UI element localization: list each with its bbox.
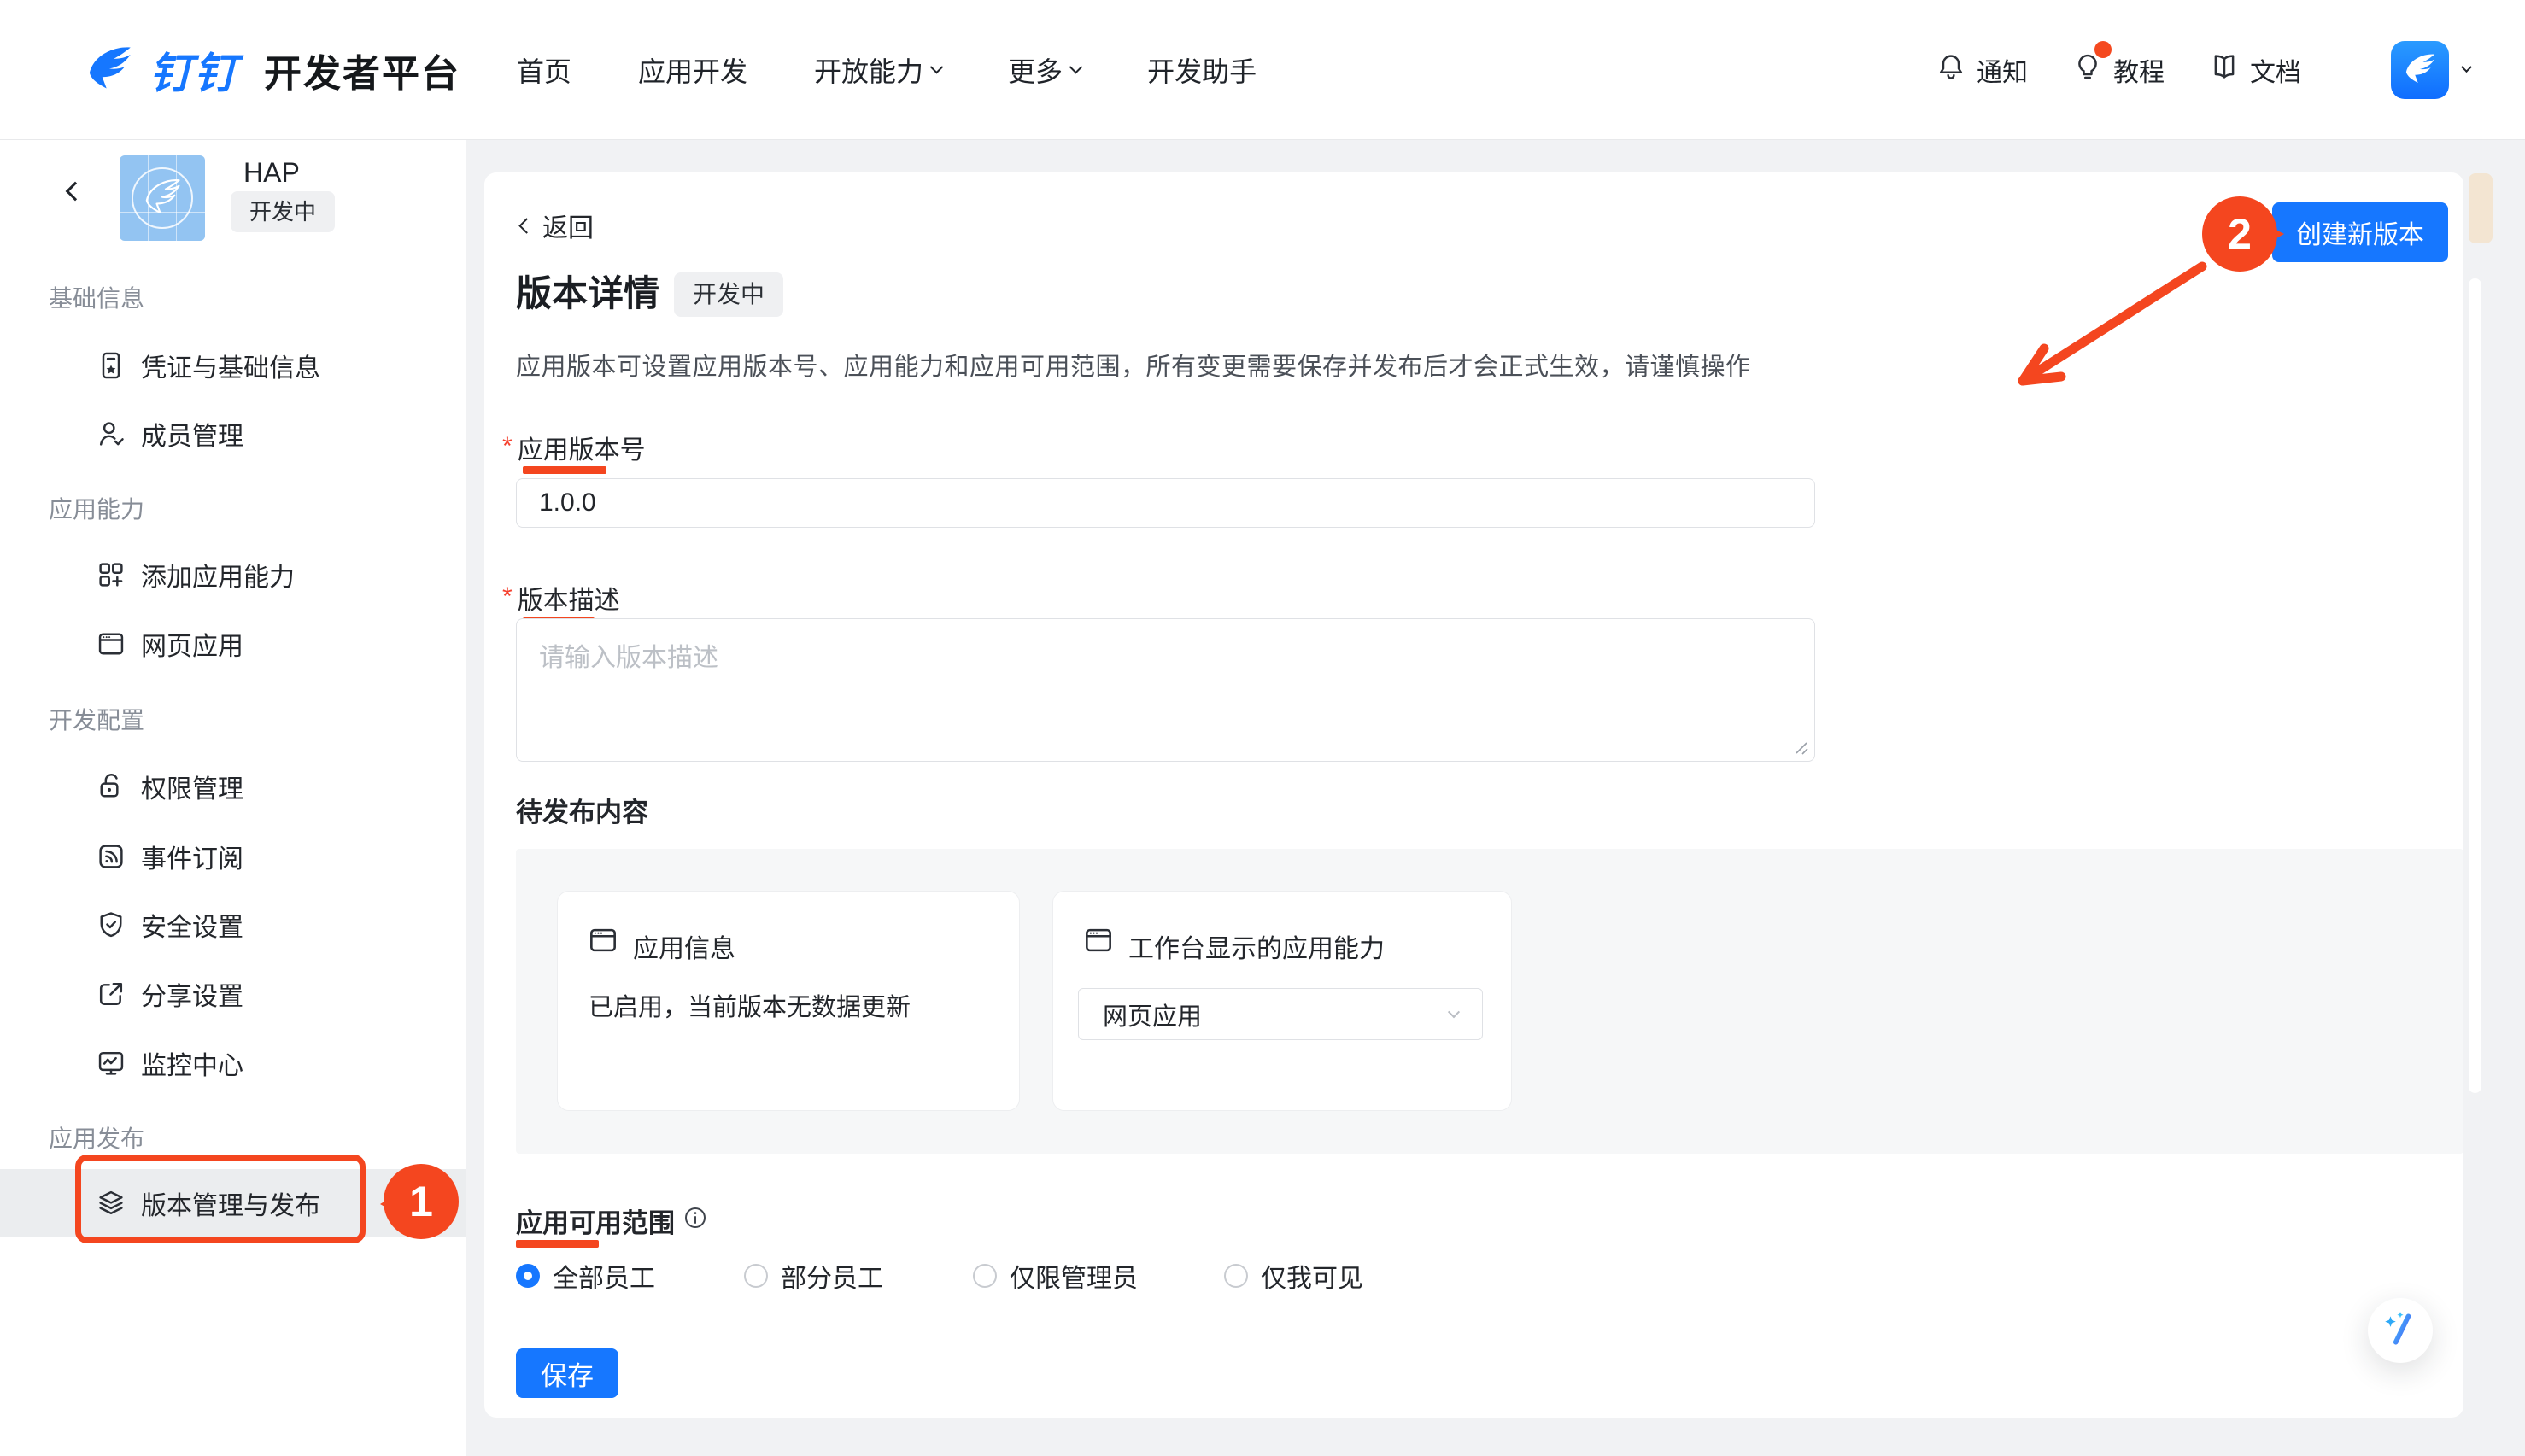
book-icon — [2209, 51, 2240, 89]
chevron-down-icon — [2461, 61, 2472, 73]
shield-check-icon — [96, 909, 126, 940]
account-menu[interactable] — [2391, 41, 2470, 99]
chevron-left-icon — [518, 218, 534, 233]
page-description: 应用版本可设置应用版本号、应用能力和应用可用范围，所有变更需要保存并发布后才会正… — [516, 347, 1751, 383]
dingtalk-wing-icon — [81, 42, 138, 98]
version-number-input[interactable] — [516, 478, 1815, 528]
annotation-step1-badge: 1 — [373, 1161, 460, 1248]
app-icon — [120, 155, 205, 241]
brand-suffix: 开发者平台 — [264, 43, 460, 97]
platform-logo[interactable]: 钉钉 开发者平台 — [81, 39, 460, 101]
sidebar-item-add-capability[interactable]: 添加应用能力 — [0, 547, 466, 603]
top-actions: 通知 教程 文档 — [1936, 41, 2470, 99]
svg-text:1: 1 — [409, 1178, 433, 1225]
pending-content-title: 待发布内容 — [516, 791, 648, 829]
app-info-card: 应用信息 已启用，当前版本无数据更新 — [557, 891, 1020, 1111]
nav-more[interactable]: 更多 — [1008, 50, 1081, 90]
tutorial-button[interactable]: 教程 — [2072, 51, 2165, 89]
avatar — [2391, 41, 2449, 99]
back-link[interactable]: 返回 — [521, 207, 594, 244]
status-badge: 开发中 — [674, 272, 783, 317]
ai-assistant-fab[interactable] — [2368, 1298, 2433, 1363]
sidebar-section-dev-config: 开发配置 — [49, 702, 144, 736]
version-desc-label: * 版本描述 — [502, 579, 620, 617]
chevron-down-icon — [1069, 61, 1083, 74]
add-capability-icon — [96, 559, 126, 590]
nav-open-capabilities[interactable]: 开放能力 — [814, 50, 941, 90]
annotation-underline — [523, 466, 606, 474]
radio-admin-only[interactable]: 仅限管理员 — [973, 1257, 1224, 1295]
docs-button[interactable]: 文档 — [2209, 51, 2301, 89]
right-edge-peek-card — [2469, 173, 2493, 243]
sidebar-section-release: 应用发布 — [49, 1120, 144, 1155]
chevron-down-icon — [1448, 1006, 1460, 1018]
radio-all-staff[interactable]: 全部员工 — [516, 1257, 744, 1295]
version-number-label: * 应用版本号 — [502, 429, 646, 466]
app-info-status: 已启用，当前版本无数据更新 — [589, 987, 911, 1023]
collapse-back-icon[interactable] — [66, 182, 85, 202]
radio-icon — [744, 1264, 768, 1288]
radio-icon — [1224, 1264, 1248, 1288]
create-version-button[interactable]: 创建新版本 — [2272, 202, 2448, 262]
rss-icon — [96, 841, 126, 872]
app-name: HAP — [243, 157, 300, 189]
radio-only-me[interactable]: 仅我可见 — [1224, 1257, 1363, 1295]
sidebar-item-event-subscription[interactable]: 事件订阅 — [0, 828, 466, 885]
unlock-icon — [96, 771, 126, 802]
notifications-button[interactable]: 通知 — [1936, 51, 2028, 89]
notification-dot — [2094, 41, 2112, 58]
primary-nav: 首页 应用开发 开放能力 更多 开发助手 — [517, 50, 1257, 90]
top-navigation-bar: 钉钉 开发者平台 首页 应用开发 开放能力 更多 开发助手 通知 — [0, 0, 2525, 140]
nav-app-development[interactable]: 应用开发 — [638, 50, 747, 90]
sidebar-section-capabilities: 应用能力 — [49, 491, 144, 525]
dingtalk-developer-platform: { "required_mark": "*", "header": { "bra… — [0, 0, 2525, 1456]
app-status-badge: 开发中 — [231, 191, 335, 232]
sidebar-item-security[interactable]: 安全设置 — [0, 897, 466, 953]
magic-wand-icon — [2381, 1309, 2420, 1353]
radio-partial-staff[interactable]: 部分员工 — [744, 1257, 973, 1295]
annotation-underline — [516, 1240, 599, 1248]
browser-window-icon — [587, 924, 619, 961]
sidebar-item-credentials[interactable]: 凭证与基础信息 — [0, 337, 466, 394]
sidebar-item-web-app[interactable]: 网页应用 — [0, 616, 466, 672]
share-icon — [96, 979, 126, 1009]
sidebar-item-members[interactable]: 成员管理 — [0, 406, 466, 462]
annotation-arrow — [1999, 243, 2229, 406]
scope-label: 应用可用范围 — [516, 1202, 707, 1240]
workbench-capability-card: 工作台显示的应用能力 网页应用 — [1052, 891, 1512, 1111]
nav-dev-assistant[interactable]: 开发助手 — [1147, 50, 1257, 90]
sidebar-item-permissions[interactable]: 权限管理 — [0, 758, 466, 815]
resize-handle-icon[interactable] — [1790, 736, 1810, 761]
credential-icon — [96, 350, 126, 381]
member-icon — [96, 418, 126, 449]
annotation-step1-box — [75, 1155, 366, 1243]
info-icon[interactable] — [683, 1206, 707, 1237]
radio-selected-icon — [516, 1264, 540, 1288]
app-sidebar: HAP 开发中 基础信息 凭证与基础信息 成员管理 应用能力 — [0, 140, 466, 1456]
nav-home[interactable]: 首页 — [517, 50, 571, 90]
sidebar-item-share-settings[interactable]: 分享设置 — [0, 966, 466, 1022]
version-desc-textarea[interactable] — [516, 618, 1815, 762]
scope-options: 全部员工 部分员工 仅限管理员 仅我可见 — [516, 1257, 1363, 1295]
page-title: 版本详情 — [516, 265, 659, 317]
monitor-icon — [96, 1048, 126, 1079]
required-mark: * — [502, 432, 513, 461]
svg-text:2: 2 — [2228, 210, 2252, 258]
capability-select[interactable]: 网页应用 — [1078, 988, 1483, 1040]
right-edge-peek-strip — [2469, 278, 2481, 1093]
chevron-down-icon — [930, 61, 944, 74]
save-button[interactable]: 保存 — [516, 1348, 618, 1398]
pending-content-panel: 应用信息 已启用，当前版本无数据更新 工作台显示的应用能力 网页应用 — [516, 849, 2463, 1154]
sidebar-section-basic-info: 基础信息 — [49, 280, 144, 314]
browser-window-icon — [96, 629, 126, 659]
radio-icon — [973, 1264, 997, 1288]
browser-window-icon — [1082, 924, 1115, 961]
sidebar-app-header: HAP 开发中 — [0, 140, 466, 254]
sidebar-item-monitor-center[interactable]: 监控中心 — [0, 1035, 466, 1091]
brand-name: 钉钉 — [149, 39, 238, 101]
required-mark: * — [502, 582, 513, 611]
bell-icon — [1936, 51, 1966, 89]
